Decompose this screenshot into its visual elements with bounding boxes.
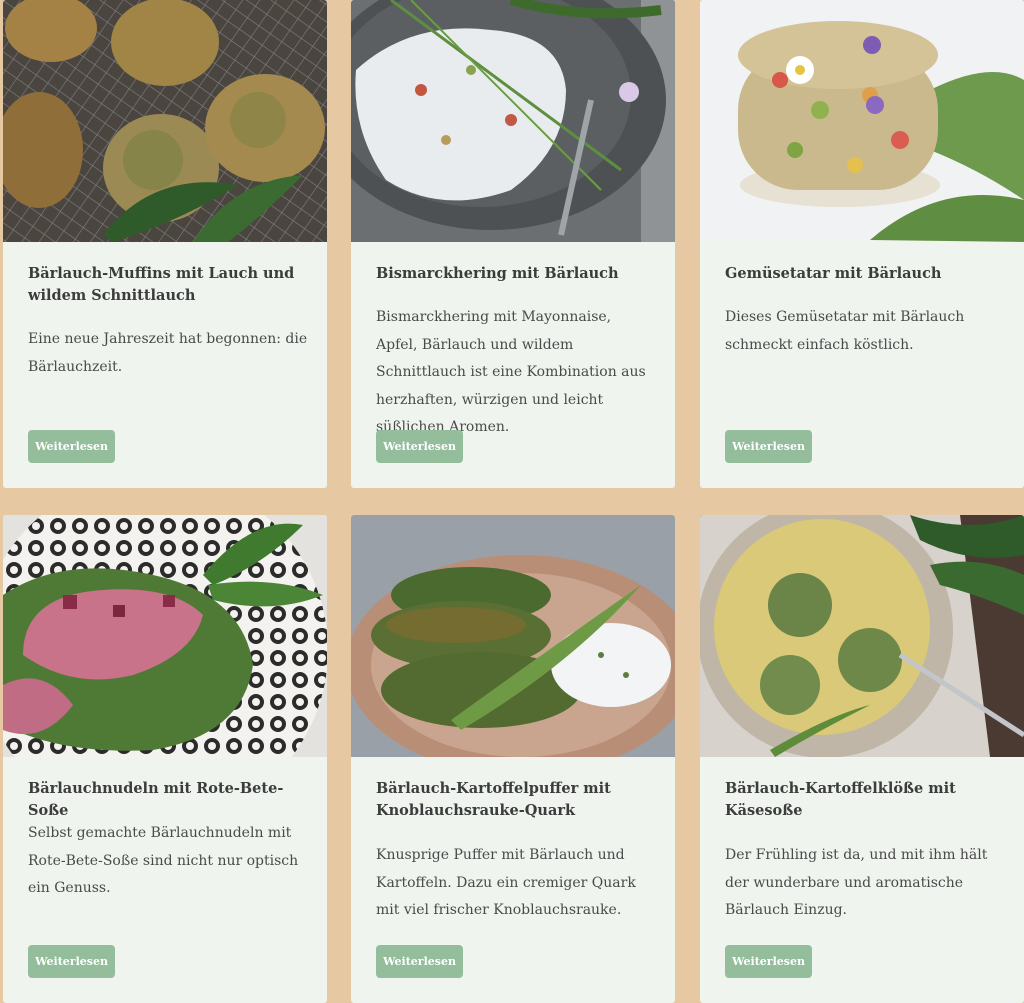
recipe-card[interactable]: Bärlauch-Kartoffelklöße mit Käsesoße Der… <box>700 515 1024 1003</box>
gemuesetatar-photo[interactable] <box>700 0 1024 242</box>
recipe-card[interactable]: Bärlauch-Kartoffelpuffer mit Knoblauchsr… <box>351 515 675 1003</box>
recipe-description: Knusprige Puffer mit Bärlauch und Kartof… <box>376 847 636 918</box>
read-more-button[interactable]: Weiterlesen <box>725 430 812 463</box>
recipe-card[interactable]: Bismarckhering mit Bärlauch Bismarckheri… <box>351 0 675 488</box>
recipe-title[interactable]: Bärlauch-Kartoffelpuffer mit Knoblauchsr… <box>376 778 656 822</box>
recipe-description: Bismarckhering mit Mayonnaise, Apfel, Bä… <box>376 309 646 435</box>
recipe-card[interactable]: Gemüsetatar mit Bärlauch Dieses Gemüseta… <box>700 0 1024 488</box>
kartoffelpuffer-photo[interactable] <box>351 515 675 757</box>
read-more-button[interactable]: Weiterlesen <box>725 945 812 978</box>
recipe-title[interactable]: Bärlauch-Kartoffelklöße mit Käsesoße <box>725 778 1005 822</box>
read-more-button[interactable]: Weiterlesen <box>376 945 463 978</box>
read-more-button[interactable]: Weiterlesen <box>376 430 463 463</box>
baerlauchnudeln-photo[interactable] <box>3 515 327 757</box>
read-more-button[interactable]: Weiterlesen <box>28 945 115 978</box>
recipe-card[interactable]: Bärlauchnudeln mit Rote-Bete-Soße Selbst… <box>3 515 327 1003</box>
recipe-description: Dieses Gemüsetatar mit Bärlauch schmeckt… <box>725 309 965 353</box>
bismarckhering-photo[interactable] <box>351 0 675 242</box>
recipe-description: Eine neue Jahreszeit hat begonnen: die B… <box>28 331 308 375</box>
recipe-card[interactable]: Bärlauch-Muffins mit Lauch und wildem Sc… <box>3 0 327 488</box>
kartoffelkloesse-photo[interactable] <box>700 515 1024 757</box>
recipe-title[interactable]: Bärlauch-Muffins mit Lauch und wildem Sc… <box>28 263 308 307</box>
recipe-title[interactable]: Gemüsetatar mit Bärlauch <box>725 263 1005 285</box>
recipe-title[interactable]: Bismarckhering mit Bärlauch <box>376 263 656 285</box>
recipe-description: Selbst gemachte Bärlauchnudeln mit Rote-… <box>28 825 299 896</box>
recipe-description: Der Frühling ist da, und mit ihm hält de… <box>725 847 988 918</box>
read-more-button[interactable]: Weiterlesen <box>28 430 115 463</box>
baerlauch-muffins-photo[interactable] <box>3 0 327 242</box>
recipe-title[interactable]: Bärlauchnudeln mit Rote-Bete-Soße <box>28 778 308 822</box>
